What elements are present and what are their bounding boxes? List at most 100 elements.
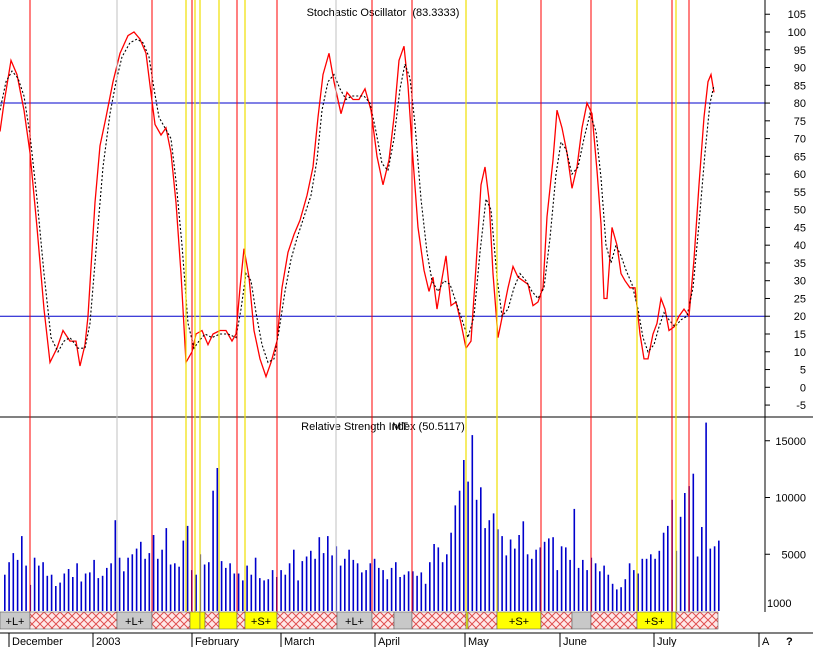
stochastic-y-tick-label: 25 xyxy=(794,293,806,305)
volume-bar xyxy=(63,573,66,611)
signal-band-segment xyxy=(218,611,238,630)
volume-bar xyxy=(12,553,15,611)
x-axis-label: July xyxy=(657,636,677,647)
volume-bar xyxy=(577,567,580,611)
volume-bar xyxy=(25,565,27,611)
volume-bar xyxy=(220,561,223,611)
stochastic-y-tick-label: 60 xyxy=(794,169,806,181)
volume-bar xyxy=(463,460,465,611)
x-axis-label: March xyxy=(284,636,315,647)
volume-bar xyxy=(399,577,401,611)
x-axis-label: December xyxy=(12,636,63,647)
stochastic-y-tick-label: -5 xyxy=(796,400,806,412)
volume-bar xyxy=(594,563,597,611)
volume-bar xyxy=(696,556,699,611)
volume-bar xyxy=(573,508,576,611)
stochastic-y-tick-label: 30 xyxy=(794,276,806,288)
volume-bar xyxy=(305,556,308,611)
volume-bar xyxy=(667,525,669,611)
volume-bar xyxy=(454,505,457,611)
volume-bar xyxy=(416,575,418,611)
volume-bar xyxy=(152,535,155,611)
volume-bar xyxy=(386,579,389,611)
volume-bar xyxy=(144,558,146,611)
stochastic-y-tick-label: 45 xyxy=(794,222,806,234)
volume-bar xyxy=(560,546,563,611)
volume-bar xyxy=(8,562,10,611)
volume-bar xyxy=(182,540,185,611)
volume-bar xyxy=(395,562,397,611)
volume-bar xyxy=(433,544,435,611)
volume-bar xyxy=(369,563,372,611)
volume-bar xyxy=(488,520,491,611)
x-axis-label: February xyxy=(195,636,240,647)
signal-band-label: +L+ xyxy=(345,616,364,628)
volume-bar xyxy=(178,566,180,611)
volume-bar xyxy=(318,537,321,611)
volume-bar xyxy=(161,549,163,611)
volume-bar xyxy=(352,559,355,611)
signal-band-segment xyxy=(590,611,638,630)
volume-bar xyxy=(344,558,346,611)
volume-bar xyxy=(127,557,129,611)
stochastic-y-tick-label: 15 xyxy=(794,329,806,341)
volume-bar xyxy=(526,554,529,612)
stochastic-y-tick-label: 0 xyxy=(800,382,806,394)
volume-bar xyxy=(212,490,214,611)
volume-bar xyxy=(407,571,410,611)
volume-bar xyxy=(531,558,533,611)
volume-axis-extra: 1000 xyxy=(767,598,791,610)
volume-bar xyxy=(165,528,168,611)
volume-bar xyxy=(378,567,380,611)
volume-bar xyxy=(475,499,478,611)
stochastic-title: Stochastic Oscillator (83.3333) xyxy=(307,7,460,19)
volume-bar xyxy=(72,577,74,611)
volume-bar xyxy=(237,573,240,611)
volume-bar xyxy=(297,580,299,611)
volume-bar xyxy=(118,557,121,611)
stochastic-y-tick-label: 40 xyxy=(794,240,806,252)
volume-bar xyxy=(97,578,100,611)
volume-bar xyxy=(709,548,712,611)
volume-bar xyxy=(522,521,525,611)
volume-bar xyxy=(582,559,584,611)
signal-band-segment xyxy=(204,611,220,630)
signal-band-segment xyxy=(571,611,592,630)
volume-bar xyxy=(250,574,253,611)
volume-bar xyxy=(620,587,622,611)
volume-bar xyxy=(556,570,559,611)
volume-bar xyxy=(123,571,125,611)
volume-bar xyxy=(208,562,210,611)
volume-bar xyxy=(641,558,644,611)
stochastic-y-tick-label: 35 xyxy=(794,258,806,270)
volume-bar xyxy=(543,541,546,611)
volume-bar xyxy=(611,583,614,611)
volume-bar xyxy=(331,555,333,611)
x-axis-label: 2003 xyxy=(96,636,120,647)
volume-bar xyxy=(348,549,350,611)
volume-bar xyxy=(50,574,53,611)
volume-overlap-label: MT xyxy=(392,421,408,433)
volume-bar xyxy=(67,569,70,611)
volume-bar xyxy=(484,528,486,611)
volume-bar xyxy=(242,580,244,611)
volume-bar xyxy=(552,537,554,611)
signal-band-segment xyxy=(675,611,719,630)
signal-band-segment xyxy=(151,611,191,630)
signal-band-label: +S+ xyxy=(251,616,271,628)
stochastic-y-tick-label: 20 xyxy=(794,311,806,323)
volume-bar xyxy=(603,565,605,611)
stochastic-y-tick-label: 10 xyxy=(794,347,806,359)
volume-bar xyxy=(458,490,461,611)
x-axis-label: June xyxy=(563,636,587,647)
volume-bar xyxy=(174,563,176,611)
volume-bar xyxy=(84,573,87,611)
volume-bar xyxy=(216,468,219,611)
volume-bar xyxy=(233,573,236,611)
volume-bar xyxy=(429,562,431,611)
stochastic-y-tick-label: 85 xyxy=(794,80,806,92)
volume-bar xyxy=(679,516,682,611)
volume-bar xyxy=(450,532,452,611)
stochastic-y-tick-label: 80 xyxy=(794,98,806,110)
corner-mark: ? xyxy=(786,636,793,647)
